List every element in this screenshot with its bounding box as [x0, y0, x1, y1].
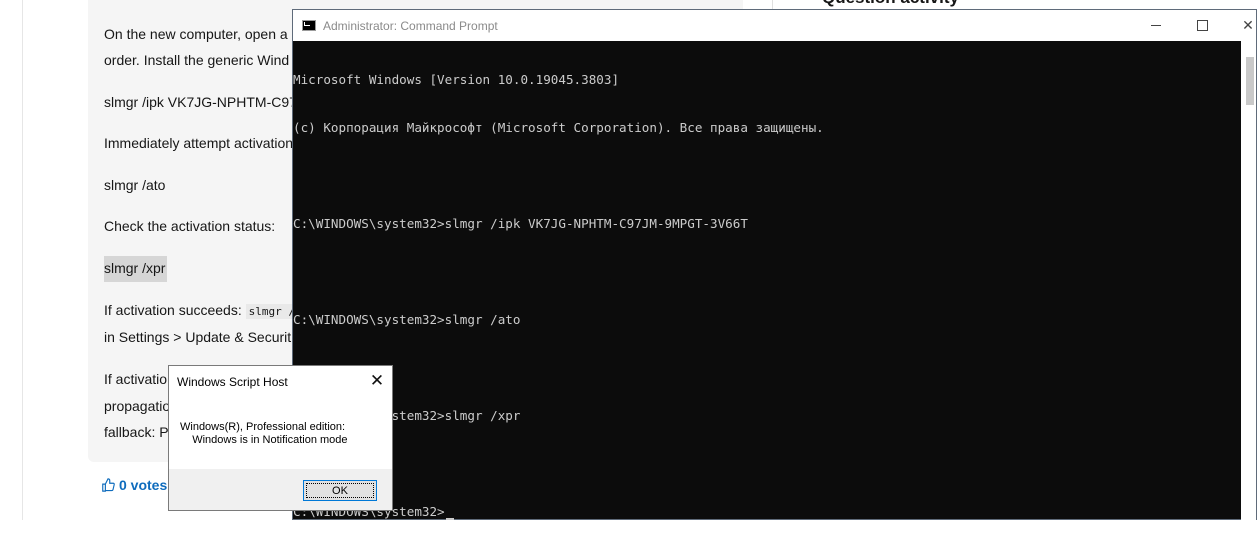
dialog-title: Windows Script Host	[177, 375, 288, 389]
answer-code-line[interactable]: slmgr /xpr	[104, 260, 165, 276]
answer-code-line: slmgr /ipk VK7JG-NPHTM-C97	[104, 94, 297, 110]
close-button[interactable]: ✕	[1225, 10, 1257, 41]
maximize-icon	[1196, 20, 1208, 31]
vote-count: 0 votes	[119, 477, 168, 493]
close-icon: ✕	[369, 371, 385, 390]
answer-text-line: On the new computer, open a	[104, 26, 288, 42]
page-left-border	[22, 0, 23, 520]
cmd-titlebar[interactable]: Administrator: Command Prompt ✕	[293, 10, 1256, 41]
inline-code: slmgr /	[245, 304, 298, 319]
cmd-line: C:\WINDOWS\system32>slmgr /ato	[293, 312, 521, 327]
ok-button-focus: OK	[306, 483, 374, 498]
answer-text-line: If activatio	[104, 371, 168, 387]
ok-button-label: OK	[332, 484, 348, 497]
question-activity-heading: Question activity	[822, 0, 959, 8]
cmd-line: Microsoft Windows [Version 10.0.19045.38…	[293, 72, 620, 87]
ok-button[interactable]: OK	[303, 480, 377, 501]
thumbs-up-icon	[102, 478, 115, 492]
cmd-line	[293, 360, 1239, 376]
windows-script-host-dialog[interactable]: Windows Script Host ✕ Windows(R), Profes…	[168, 365, 393, 511]
answer-text-line: Immediately attempt activation	[104, 135, 294, 151]
dialog-titlebar[interactable]: Windows Script Host ✕	[169, 366, 392, 397]
answer-text-line: Check the activation status:	[104, 218, 276, 234]
answer-code-line: slmgr /ato	[104, 177, 166, 193]
cmd-scrollbar[interactable]	[1241, 41, 1256, 521]
dialog-message: Windows(R), Professional edition: Window…	[180, 421, 348, 446]
cmd-line	[293, 168, 1239, 184]
cmd-line: C:\WINDOWS\system32>slmgr /xpr	[293, 408, 521, 423]
minimize-icon	[1151, 25, 1161, 26]
cmd-prompt-line[interactable]: C:\WINDOWS\system32>	[293, 504, 1239, 520]
dialog-close-button[interactable]: ✕	[367, 371, 387, 391]
cmd-icon	[302, 20, 316, 31]
dialog-footer: OK	[169, 469, 392, 510]
close-icon: ✕	[1242, 17, 1254, 33]
answer-text-line: propagatio	[104, 398, 171, 414]
cmd-line: C:\WINDOWS\system32>slmgr /ipk VK7JG-NPH…	[293, 216, 748, 231]
vote-button[interactable]: 0 votes	[101, 477, 167, 493]
minimize-button[interactable]	[1133, 10, 1179, 41]
scrollbar-thumb[interactable]	[1246, 57, 1254, 105]
answer-text-line: in Settings > Update & Securit	[104, 329, 292, 345]
command-prompt-window[interactable]: Administrator: Command Prompt ✕ Microsof…	[292, 9, 1257, 521]
cmd-line: (c) Корпорация Майкрософт (Microsoft Cor…	[293, 120, 824, 135]
cmd-output[interactable]: Microsoft Windows [Version 10.0.19045.38…	[293, 40, 1239, 552]
answer-text-line: If activation succeeds: slmgr /	[104, 302, 298, 319]
cmd-window-title: Administrator: Command Prompt	[323, 18, 498, 33]
cmd-line	[293, 456, 1239, 472]
answer-text-line: order. Install the generic Wind	[104, 52, 290, 68]
answer-text-line: fallback: Pl	[104, 424, 172, 440]
cmd-line	[293, 264, 1239, 280]
maximize-button[interactable]	[1179, 10, 1225, 41]
answer-text-fragment: If activation succeeds:	[104, 302, 246, 318]
